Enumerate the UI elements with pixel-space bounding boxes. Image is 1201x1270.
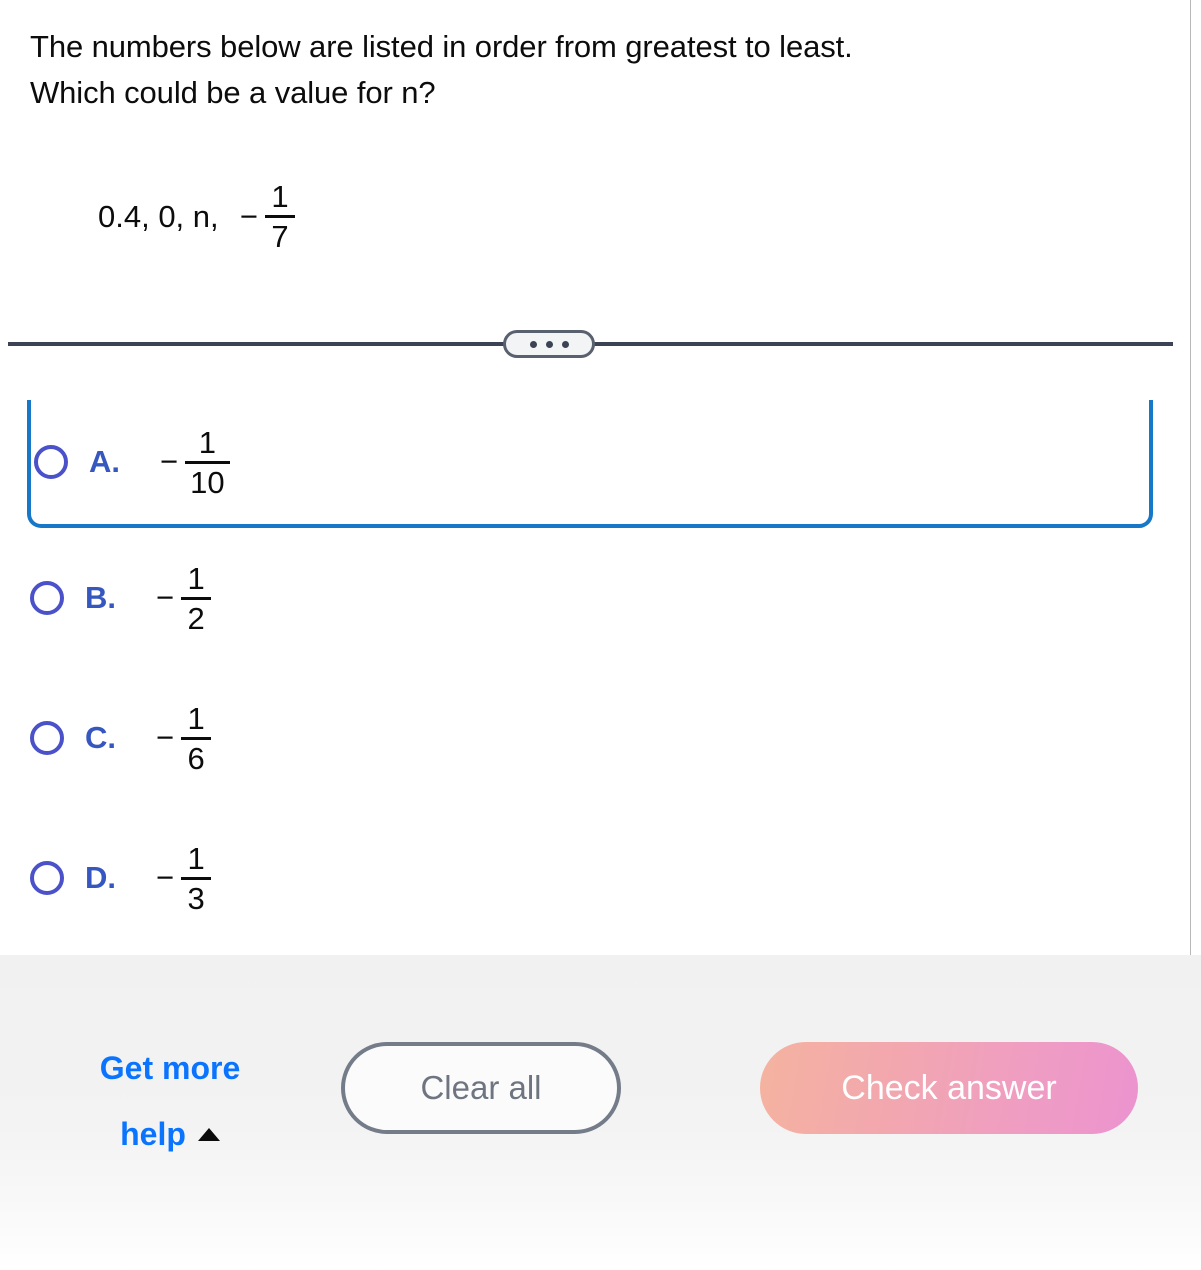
choice-d-minus-sign: − — [156, 860, 175, 895]
choice-c-minus-sign: − — [156, 720, 175, 755]
choice-b-denominator: 2 — [187, 600, 205, 636]
choice-letter-a: A. — [89, 444, 120, 479]
choice-value-b: − 1 2 — [152, 560, 212, 637]
choice-a-numerator: 1 — [198, 424, 216, 460]
choice-b-fraction: 1 2 — [181, 560, 212, 637]
choice-letter-d: D. — [85, 860, 116, 895]
check-answer-button[interactable]: Check answer — [760, 1042, 1138, 1134]
get-more-help-label-line-2: help — [120, 1116, 186, 1152]
choice-b-numerator: 1 — [187, 560, 205, 596]
question-expression: 0.4, 0, n, − 1 7 — [98, 178, 295, 255]
choice-letter-b: B. — [85, 580, 116, 615]
expression-fraction-denominator: 7 — [271, 219, 289, 254]
radio-button-b[interactable] — [30, 581, 64, 615]
answer-choice-list: A. − 1 10 B. − 1 2 C. − 1 6 D. − 1 3 — [0, 400, 1201, 948]
choice-c-denominator: 6 — [187, 740, 205, 776]
section-divider — [8, 330, 1173, 358]
question-prompt-line-1: The numbers below are listed in order fr… — [30, 29, 853, 64]
choice-a-fraction: 1 10 — [185, 424, 230, 501]
choice-a-minus-sign: − — [160, 444, 179, 479]
answer-choice-d[interactable]: D. − 1 3 — [0, 808, 1201, 948]
choice-d-denominator: 3 — [187, 880, 205, 916]
answer-choice-b[interactable]: B. − 1 2 — [0, 528, 1201, 668]
get-more-help-button[interactable]: Get more help — [60, 1035, 280, 1167]
expression-fraction: 1 7 — [264, 178, 295, 255]
vertical-scrollbar[interactable] — [1190, 0, 1191, 955]
get-more-help-label-line-1: Get more — [99, 1050, 241, 1086]
question-prompt: The numbers below are listed in order fr… — [30, 24, 1110, 116]
ellipsis-dot-icon — [529, 340, 537, 348]
radio-button-a[interactable] — [34, 445, 68, 479]
expression-minus-sign: − — [239, 198, 258, 234]
choice-c-fraction: 1 6 — [181, 700, 212, 777]
expression-fraction-numerator: 1 — [271, 179, 289, 214]
radio-button-d[interactable] — [30, 861, 64, 895]
question-panel: The numbers below are listed in order fr… — [0, 0, 1201, 955]
choice-value-d: − 1 3 — [152, 840, 212, 917]
choice-letter-c: C. — [85, 720, 116, 755]
get-more-help-label-line-2-row: help — [60, 1101, 280, 1167]
choice-a-denominator: 10 — [190, 464, 225, 500]
choice-value-c: − 1 6 — [152, 700, 212, 777]
answer-choice-c[interactable]: C. − 1 6 — [0, 668, 1201, 808]
expression-lead-values: 0.4, 0, n, — [98, 198, 236, 234]
choice-c-numerator: 1 — [187, 700, 205, 736]
choice-value-a: − 1 10 — [156, 424, 230, 501]
choice-d-numerator: 1 — [187, 840, 205, 876]
radio-button-c[interactable] — [30, 721, 64, 755]
caret-up-icon — [197, 1127, 220, 1141]
choice-b-minus-sign: − — [156, 580, 175, 615]
ellipsis-dot-icon — [545, 340, 553, 348]
clear-all-button[interactable]: Clear all — [341, 1042, 621, 1134]
question-prompt-line-2: Which could be a value for n? — [30, 75, 436, 110]
choice-d-fraction: 1 3 — [181, 840, 212, 917]
ellipsis-dot-icon — [561, 340, 569, 348]
answer-choice-a[interactable]: A. − 1 10 — [27, 400, 1153, 528]
divider-more-options-button[interactable] — [503, 330, 595, 358]
